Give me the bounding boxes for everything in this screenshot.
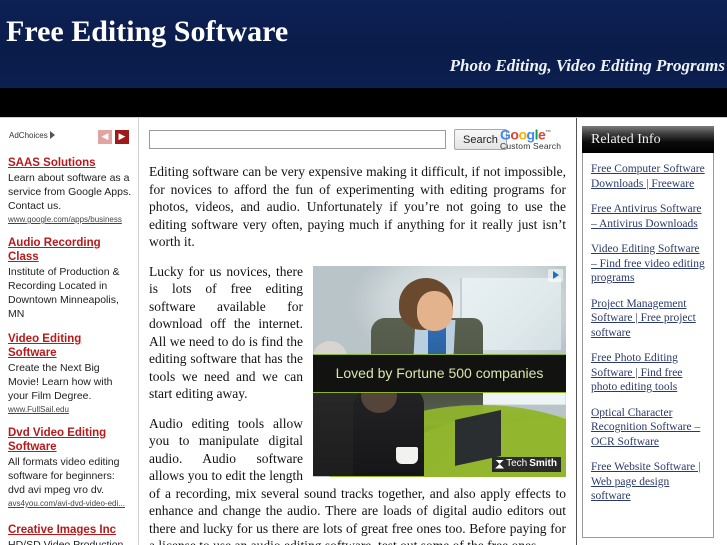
sidebar-ad-title[interactable]: Video Editing Software [8, 332, 132, 360]
trademark-symbol: ™ [545, 130, 551, 136]
ad-banner-strip: Loved by Fortune 500 companies [313, 354, 566, 394]
left-ad-rail: AdChoices ◀ ▶ SAAS Solutions Learn about… [0, 118, 138, 545]
adchoices-text: AdChoices [9, 131, 48, 140]
ad-prev-button[interactable]: ◀ [98, 130, 112, 144]
related-info-list: Free Computer Software Downloads | Freew… [582, 153, 714, 538]
techsmith-logo-mark-icon [495, 459, 505, 469]
related-link[interactable]: Free Computer Software Downloads | Freew… [591, 162, 707, 191]
site-tagline: Photo Editing, Video Editing Programs [449, 56, 725, 75]
search-button[interactable]: Search [454, 129, 507, 150]
related-link[interactable]: Project Management Software | Free proje… [591, 297, 707, 341]
article-body: Editing software can be very expensive m… [149, 163, 566, 545]
sidebar-ad-title[interactable]: SAAS Solutions [8, 156, 132, 170]
sidebar-ad-description: HD/SD Video Production [8, 539, 124, 545]
custom-search-label: Custom Search [500, 140, 562, 151]
right-sidebar: Related Info Free Computer Software Down… [582, 126, 714, 538]
sidebar-ad-item: Dvd Video Editing Software All formats v… [8, 426, 132, 509]
sidebar-ad-title[interactable]: Dvd Video Editing Software [8, 426, 132, 454]
google-custom-search-brand: Google™ Custom Search [500, 128, 561, 152]
search-row: Search Google™ Custom Search [149, 128, 566, 155]
related-link[interactable]: Optical Character Recognition Software –… [591, 406, 707, 450]
ad-presenter-face [416, 290, 453, 331]
search-input[interactable] [149, 130, 446, 149]
related-link[interactable]: Video Editing Software – Find free video… [591, 242, 707, 286]
sidebar-ad-description: Learn about software as a service from G… [8, 172, 132, 212]
sidebar-ad-title[interactable]: Audio Recording Class [8, 236, 132, 264]
related-link[interactable]: Free Photo Editing Software | Find free … [591, 351, 707, 395]
navigation-band [0, 88, 727, 117]
related-link[interactable]: Free Website Software | Web page design … [591, 460, 707, 504]
google-logo: Google™ [500, 126, 551, 143]
ad-next-button[interactable]: ▶ [115, 130, 129, 144]
techsmith-logo-light: Tech [506, 458, 528, 469]
sidebar-ad-title[interactable]: Creative Images Inc [8, 523, 132, 537]
article-paragraph: Editing software can be very expensive m… [149, 164, 566, 249]
techsmith-logo: Tech Smith [492, 456, 561, 472]
sidebar-ad-url[interactable]: www.google.com/apps/business [8, 214, 132, 225]
main-content-column: Search Google™ Custom Search Editing sof… [139, 118, 576, 545]
adchoices-triangle-icon [49, 131, 55, 139]
sidebar-ad-item: Audio Recording Class Institute of Produ… [8, 236, 132, 321]
ad-banner-text: Loved by Fortune 500 companies [335, 364, 544, 381]
sidebar-ad-description: All formats video editing software for b… [8, 456, 120, 496]
sidebar-ad-description: Institute of Production & Recording Loca… [8, 266, 120, 320]
inline-image-ad[interactable]: Loved by Fortune 500 companies Tech Smith [313, 265, 566, 477]
sidebar-ad-item: SAAS Solutions Learn about software as a… [8, 156, 132, 225]
center-right-divider [576, 118, 577, 545]
techsmith-logo-bold: Smith [529, 458, 557, 469]
adchoices-row: AdChoices ◀ ▶ [8, 130, 132, 146]
related-link[interactable]: Free Antivirus Software – Antivirus Down… [591, 202, 707, 231]
sidebar-ad-url[interactable]: avs4you.com/avi-dvd-video-edi... [8, 498, 132, 509]
sidebar-ad-description: Create the Next Big Movie! Learn how wit… [8, 362, 113, 402]
page-body: AdChoices ◀ ▶ SAAS Solutions Learn about… [0, 118, 727, 545]
site-header: Free Editing Software Photo Editing, Vid… [0, 0, 727, 88]
sidebar-ad-item: Video Editing Software Create the Next B… [8, 332, 132, 415]
ad-coffee-cup [396, 446, 419, 464]
sidebar-ad-url[interactable]: www.FullSail.edu [8, 404, 132, 415]
related-info-heading: Related Info [582, 126, 714, 153]
adchoices-label[interactable]: AdChoices [9, 131, 55, 140]
sidebar-ad-item: Creative Images Inc HD/SD Video Producti… [8, 523, 132, 545]
adchoices-icon[interactable] [548, 268, 563, 282]
page-title: Free Editing Software [6, 15, 289, 48]
